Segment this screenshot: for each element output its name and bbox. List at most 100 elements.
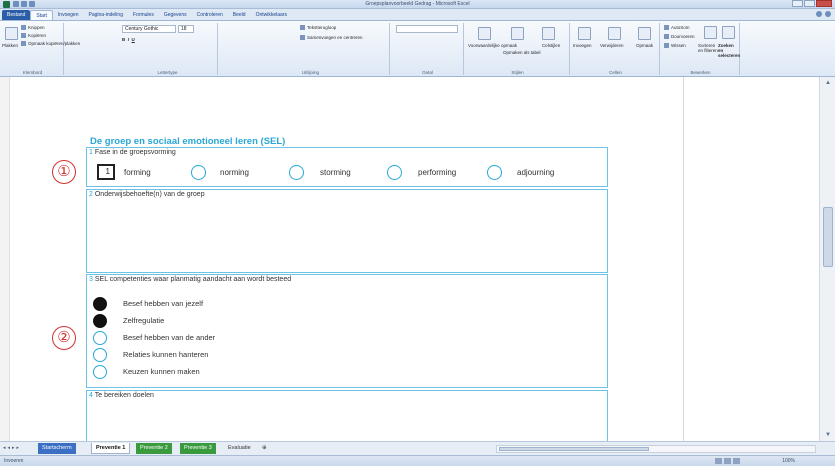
wrap-text-button[interactable]: Tekstterugloop: [300, 25, 336, 31]
delete-button[interactable]: Verwijderen: [600, 43, 624, 48]
cell-styles-button[interactable]: Celstijlen: [542, 43, 560, 48]
fill-button[interactable]: Doorvoeren: [664, 34, 695, 40]
view-buttons[interactable]: [715, 458, 740, 464]
section-caption: 2 Onderwijsbehoefte(n) van de groep: [89, 191, 205, 198]
cell-styles-icon[interactable]: [542, 27, 555, 40]
sel-radio-3[interactable]: [93, 348, 107, 362]
sel-radio-2[interactable]: [93, 331, 107, 345]
conditional-format-button[interactable]: Voorwaardelijke opmaak: [468, 43, 517, 48]
tab-pagina-indeling[interactable]: Pagina-indeling: [84, 10, 128, 20]
tab-gegevens[interactable]: Gegevens: [159, 10, 192, 20]
group-styles: Voorwaardelijke opmaak Opmaken als tabel…: [466, 23, 570, 75]
phase-label-adjourning: adjourning: [517, 168, 555, 177]
clear-button[interactable]: Wissen: [664, 43, 686, 49]
phase-radio-performing[interactable]: [387, 165, 402, 180]
cut-button[interactable]: Knippen: [21, 25, 45, 31]
sheet-tab-startscherm[interactable]: Startscherm: [38, 443, 76, 454]
status-bar: Invoeren 100%: [0, 455, 835, 466]
worksheet-title: De groep en sociaal emotioneel leren (SE…: [90, 136, 286, 147]
new-sheet-icon[interactable]: ⊕: [258, 443, 271, 454]
format-button[interactable]: Opmaak: [636, 43, 653, 48]
first-sheet-icon: ◂: [3, 445, 6, 451]
scroll-down-icon[interactable]: ▼: [823, 431, 833, 439]
section-goals[interactable]: 4 Te bereiken doelen: [86, 390, 608, 441]
annotation-marker-1: ①: [52, 160, 76, 184]
autosum-button[interactable]: AutoSom: [664, 25, 690, 31]
insert-button[interactable]: Invoegen: [573, 43, 592, 48]
group-label: Klembord: [22, 70, 43, 75]
scroll-up-icon[interactable]: ▲: [823, 79, 833, 87]
paste-icon[interactable]: [5, 27, 18, 40]
format-table-icon[interactable]: [511, 27, 524, 40]
bold-button[interactable]: B I U: [122, 37, 135, 42]
sel-label-4: Keuzen kunnen maken: [123, 367, 200, 376]
sel-label-2: Besef hebben van de ander: [123, 333, 216, 342]
sheet-tab-preventie-1[interactable]: Preventie 1: [91, 443, 131, 454]
sheet-tab-preventie-2[interactable]: Preventie 2: [136, 443, 172, 454]
format-icon[interactable]: [638, 27, 651, 40]
help-icon[interactable]: [825, 11, 831, 17]
format-painter-button[interactable]: Opmaak kopiëren/plakken: [21, 41, 80, 47]
tab-invoegen[interactable]: Invoegen: [53, 10, 84, 20]
merge-center-button[interactable]: Samenvoegen en centreren: [300, 35, 363, 41]
tab-formules[interactable]: Formules: [128, 10, 159, 20]
paste-button[interactable]: Plakken: [2, 43, 18, 48]
group-label: Cellen: [609, 70, 622, 75]
phase-input[interactable]: 1: [97, 164, 115, 180]
fill-icon: [664, 34, 669, 40]
hscroll-thumb[interactable]: [499, 447, 649, 451]
font-size-select[interactable]: 18: [178, 25, 194, 33]
tab-bestand[interactable]: Bestand: [2, 10, 31, 20]
ribbon: Plakken Knippen Kopiëren Opmaak kopiëren…: [0, 21, 835, 77]
phase-label-forming: forming: [124, 168, 151, 177]
tab-ontwikkelaars[interactable]: Ontwikkelaars: [251, 10, 292, 20]
tab-start[interactable]: Start: [30, 10, 53, 20]
horizontal-scrollbar[interactable]: [496, 445, 816, 453]
scroll-thumb[interactable]: [823, 207, 833, 267]
sel-radio-4[interactable]: [93, 365, 107, 379]
page-layout-view-icon: [724, 458, 731, 464]
off-page-area[interactable]: [684, 77, 819, 441]
number-format-select[interactable]: [396, 25, 458, 33]
status-mode: Invoeren: [4, 458, 24, 464]
format-table-button[interactable]: Opmaken als tabel: [503, 50, 541, 55]
delete-icon[interactable]: [608, 27, 621, 40]
sheet-tab-bar: ◂ ◂ ▸ ▸ Startscherm Preventie 1 Preventie 2…: [0, 441, 835, 455]
tab-controleren[interactable]: Controleren: [192, 10, 228, 20]
phase-radio-storming[interactable]: [289, 165, 304, 180]
font-name-select[interactable]: Century Gothic: [122, 25, 176, 33]
find-select-icon[interactable]: [722, 26, 735, 39]
sort-filter-button[interactable]: Sorteren en filteren: [698, 43, 720, 53]
insert-icon[interactable]: [578, 27, 591, 40]
maximize-button[interactable]: [804, 0, 815, 7]
vertical-scrollbar[interactable]: ▲ ▼: [819, 77, 835, 441]
copy-button[interactable]: Kopiëren: [21, 33, 46, 39]
tab-beeld[interactable]: Beeld: [228, 10, 251, 20]
sheet-nav[interactable]: ◂ ◂ ▸ ▸: [3, 445, 19, 451]
prev-sheet-icon: ◂: [7, 445, 11, 451]
phase-radio-norming[interactable]: [191, 165, 206, 180]
find-select-button[interactable]: Zoeken en selecteren: [718, 43, 740, 58]
section-needs[interactable]: 2 Onderwijsbehoefte(n) van de groep: [86, 189, 608, 273]
sigma-icon: [664, 25, 669, 31]
group-number: Getal: [392, 23, 464, 75]
wrap-icon: [300, 25, 305, 31]
window-title: Groepsplanvoorbeeld Gedrag - Microsoft E…: [365, 1, 470, 7]
sheet-tab-evaluatie[interactable]: Evaluatie: [224, 443, 255, 454]
group-label: Lettertype: [157, 70, 178, 75]
zoom-level[interactable]: 100%: [782, 458, 795, 464]
sheet-tab-preventie-3[interactable]: Preventie 3: [180, 443, 216, 454]
sel-radio-0[interactable]: [93, 297, 107, 311]
sort-filter-icon[interactable]: [704, 26, 717, 39]
sel-radio-1[interactable]: [93, 314, 107, 328]
conditional-format-icon[interactable]: [478, 27, 491, 40]
group-label: Stijlen: [511, 70, 524, 75]
phase-radio-adjourning[interactable]: [487, 165, 502, 180]
close-button[interactable]: [816, 0, 832, 7]
group-label: Getal: [422, 70, 433, 75]
section-phase: 1 Fase in de groepsvorming: [86, 147, 608, 187]
copy-icon: [21, 33, 26, 39]
ribbon-minimize-icon[interactable]: [816, 11, 822, 17]
section-caption: 3 SEL competenties waar planmatig aandac…: [89, 276, 292, 283]
minimize-button[interactable]: [792, 0, 803, 7]
